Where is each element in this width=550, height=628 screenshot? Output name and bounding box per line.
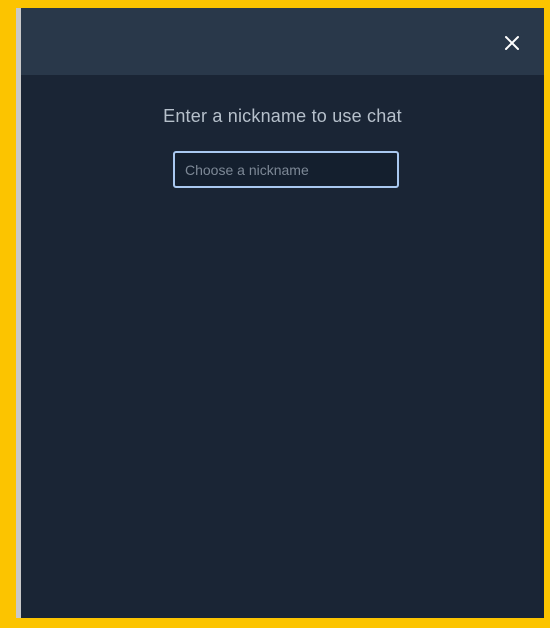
close-icon [505,36,519,50]
nickname-input[interactable] [173,151,399,188]
close-button[interactable] [500,31,524,55]
chat-panel-header [21,8,544,75]
nickname-prompt: Enter a nickname to use chat [163,106,402,126]
chat-panel: Enter a nickname to use chat [21,8,544,618]
